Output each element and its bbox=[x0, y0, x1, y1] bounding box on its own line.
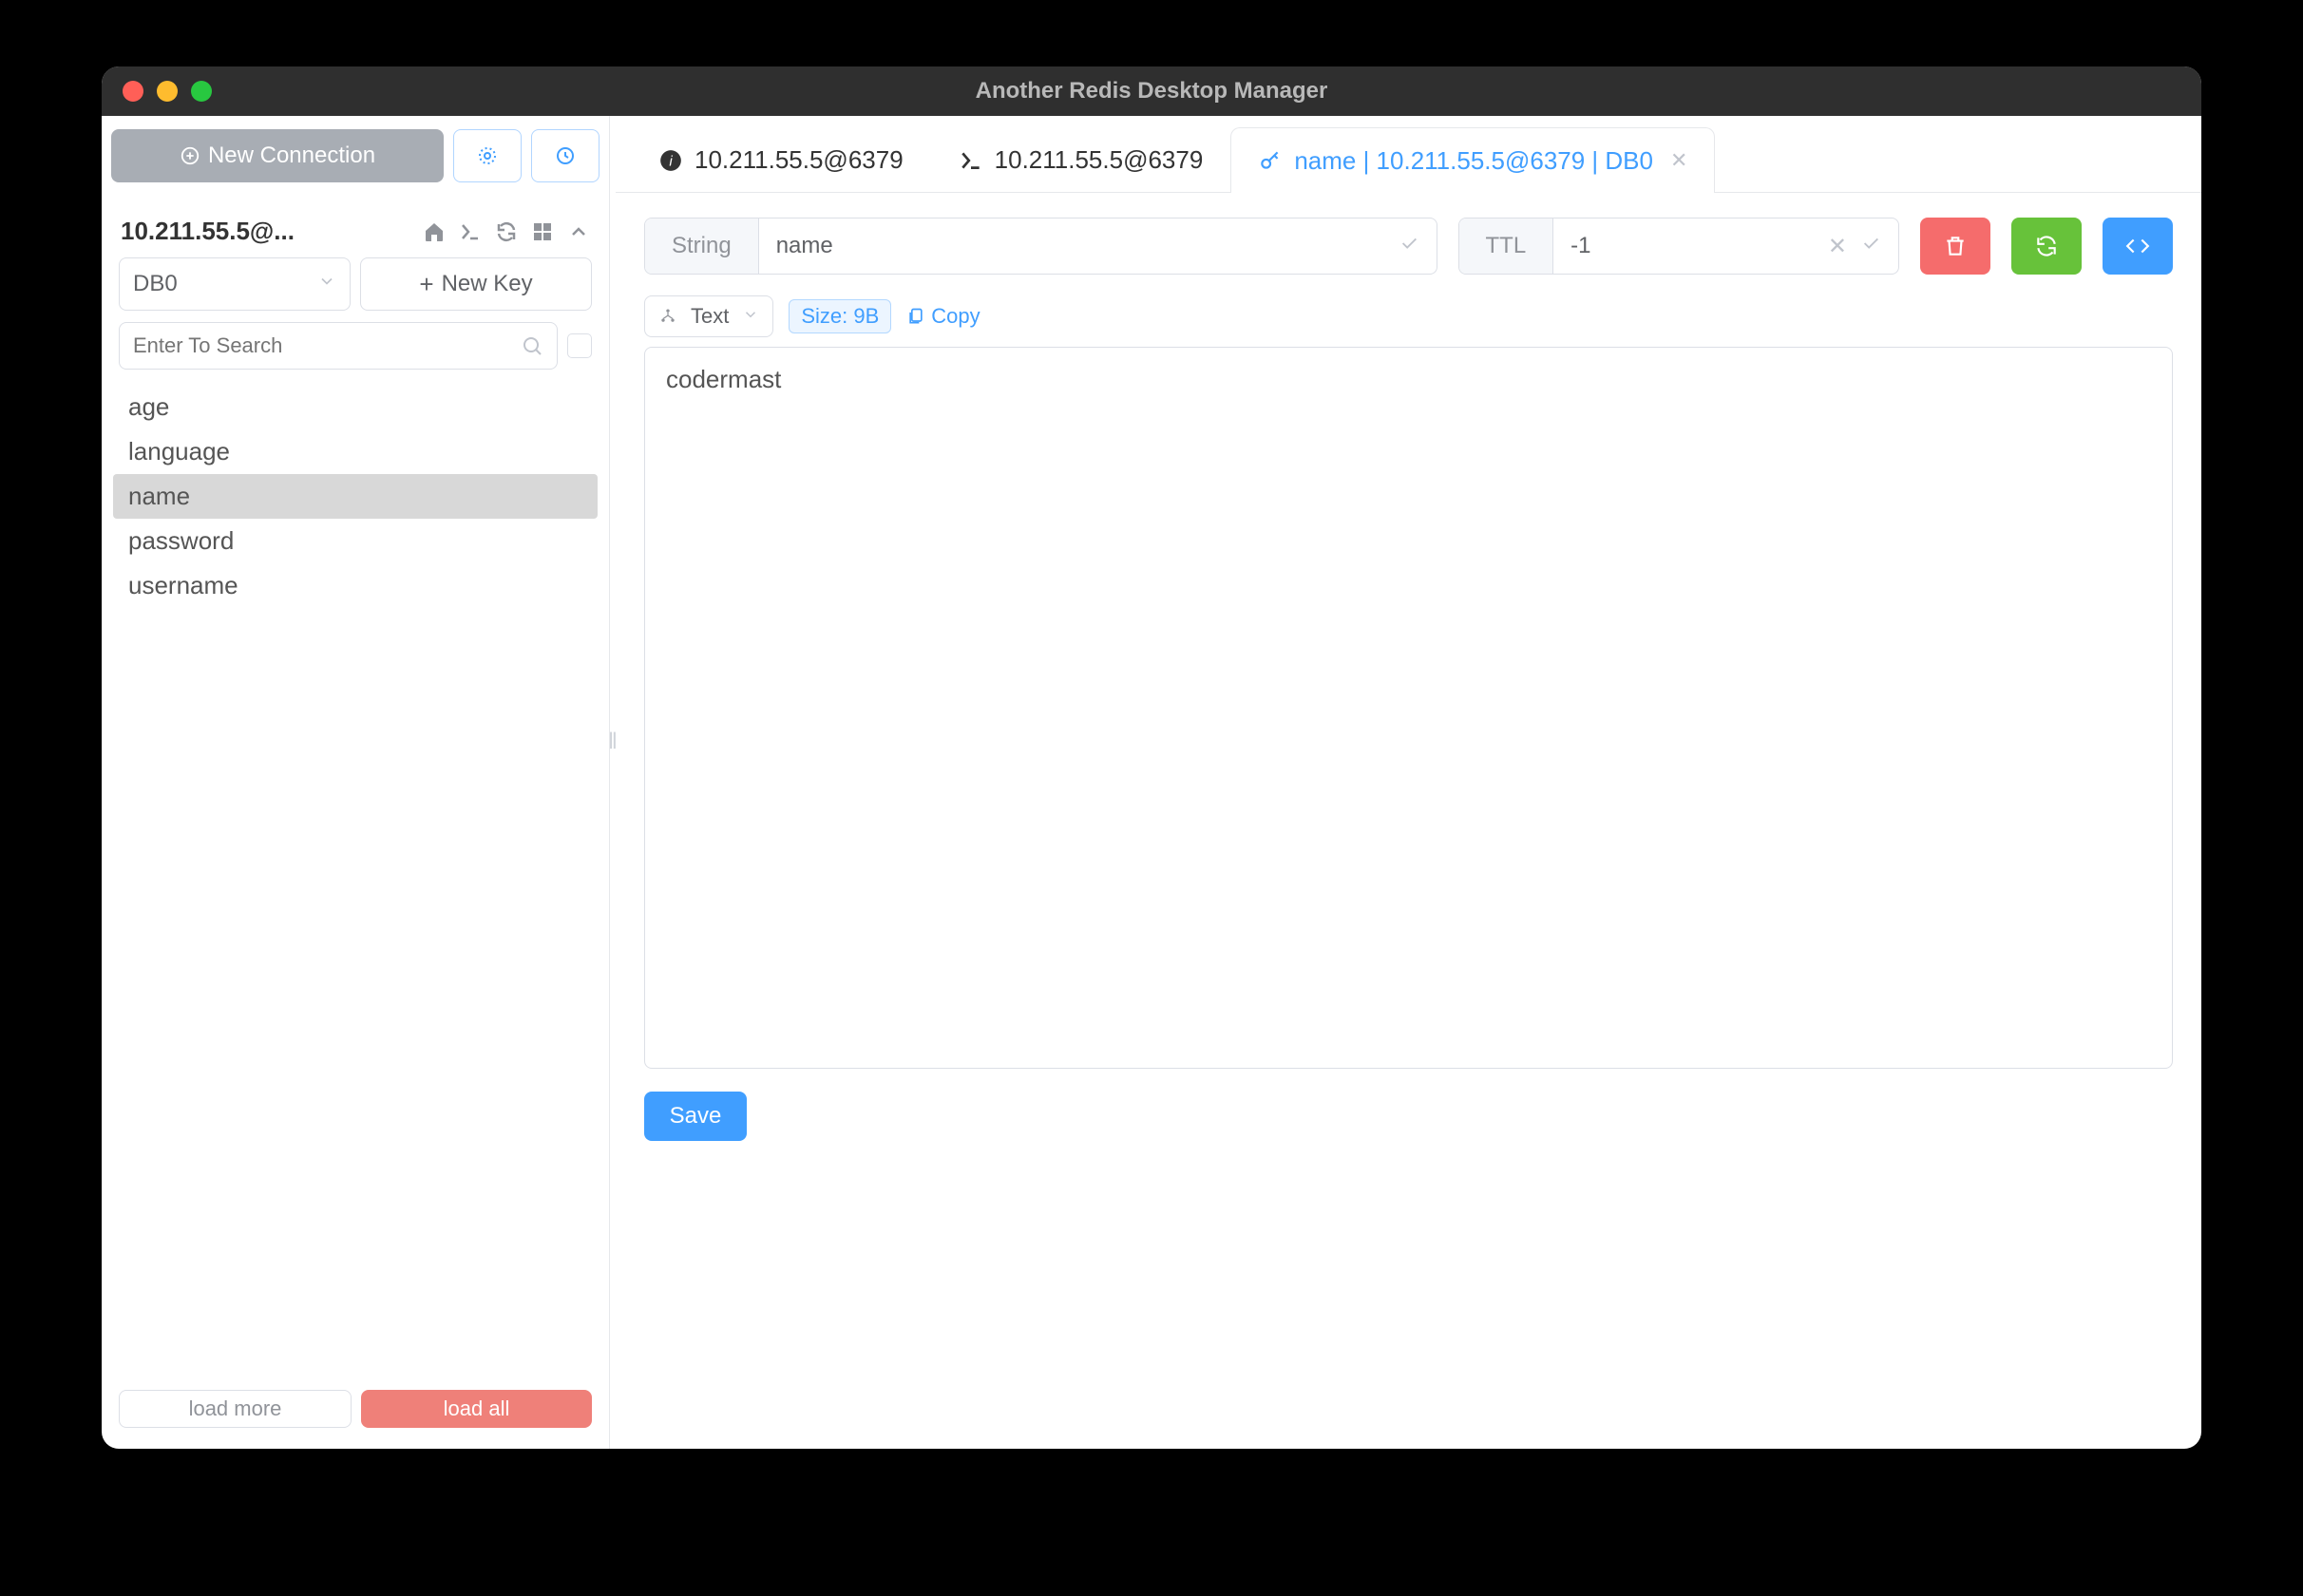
confirm-icon[interactable] bbox=[1399, 233, 1419, 260]
chevron-down-icon bbox=[742, 304, 759, 329]
ttl-field[interactable]: -1 ✕ bbox=[1553, 218, 1898, 274]
key-list: age language name password username bbox=[111, 379, 600, 1382]
ttl-label: TTL bbox=[1459, 218, 1554, 274]
new-connection-label: New Connection bbox=[208, 142, 375, 169]
terminal-icon bbox=[959, 148, 983, 173]
tab-key-detail[interactable]: name | 10.211.55.5@6379 | DB0 ✕ bbox=[1230, 127, 1715, 193]
type-label: String bbox=[645, 218, 759, 274]
refresh-icon[interactable] bbox=[495, 220, 518, 243]
titlebar: Another Redis Desktop Manager bbox=[102, 66, 2201, 116]
db-selected-label: DB0 bbox=[133, 271, 178, 297]
tab-terminal[interactable]: 10.211.55.5@6379 bbox=[931, 127, 1231, 192]
new-key-label: New Key bbox=[442, 271, 533, 297]
key-item[interactable]: language bbox=[113, 429, 598, 474]
db-select[interactable]: DB0 bbox=[119, 257, 351, 311]
format-label: Text bbox=[691, 304, 729, 329]
new-key-button[interactable]: + New Key bbox=[360, 257, 592, 311]
code-icon bbox=[2125, 234, 2150, 258]
ttl-group: TTL -1 ✕ bbox=[1458, 218, 1900, 275]
plus-icon: + bbox=[419, 270, 433, 299]
close-window-button[interactable] bbox=[123, 81, 143, 102]
plus-circle-icon bbox=[180, 145, 200, 166]
key-name-field[interactable]: name bbox=[759, 218, 1437, 274]
minimize-window-button[interactable] bbox=[157, 81, 178, 102]
confirm-icon[interactable] bbox=[1860, 233, 1881, 260]
traffic-lights bbox=[123, 81, 212, 102]
tab-close-icon[interactable]: ✕ bbox=[1670, 148, 1687, 173]
copy-icon bbox=[906, 307, 925, 326]
refresh-icon bbox=[2034, 234, 2059, 258]
info-icon: i bbox=[658, 148, 683, 173]
chevron-down-icon bbox=[317, 271, 336, 297]
search-input[interactable] bbox=[133, 333, 521, 358]
grid-icon[interactable] bbox=[531, 220, 554, 243]
sidebar: New Connection 10.211.55.5@... bbox=[102, 116, 610, 1449]
trash-icon bbox=[1943, 234, 1968, 258]
load-more-button[interactable]: load more bbox=[119, 1390, 352, 1428]
delete-button[interactable] bbox=[1920, 218, 1990, 275]
copy-button[interactable]: Copy bbox=[906, 304, 980, 329]
save-button[interactable]: Save bbox=[644, 1092, 747, 1141]
window-title: Another Redis Desktop Manager bbox=[102, 78, 2201, 104]
search-input-wrapper bbox=[119, 322, 558, 370]
exact-match-checkbox[interactable] bbox=[567, 333, 592, 358]
key-detail-content: String name TTL -1 ✕ bbox=[616, 193, 2201, 1449]
copy-label: Copy bbox=[931, 304, 980, 329]
clear-icon[interactable]: ✕ bbox=[1828, 233, 1847, 260]
tab-info[interactable]: i 10.211.55.5@6379 bbox=[631, 127, 931, 192]
size-badge: Size: 9B bbox=[789, 299, 891, 333]
history-button[interactable] bbox=[531, 129, 600, 182]
value-textarea[interactable] bbox=[644, 347, 2173, 1069]
key-item[interactable]: username bbox=[113, 563, 598, 608]
key-icon bbox=[1258, 148, 1283, 173]
app-window: Another Redis Desktop Manager New Connec… bbox=[102, 66, 2201, 1449]
terminal-icon[interactable] bbox=[459, 220, 482, 243]
key-item[interactable]: name bbox=[113, 474, 598, 519]
search-icon[interactable] bbox=[521, 334, 543, 357]
maximize-window-button[interactable] bbox=[191, 81, 212, 102]
format-select[interactable]: Text bbox=[644, 295, 773, 337]
tab-label: 10.211.55.5@6379 bbox=[995, 145, 1204, 175]
load-all-button[interactable]: load all bbox=[361, 1390, 592, 1428]
code-button[interactable] bbox=[2103, 218, 2173, 275]
key-name-group: String name bbox=[644, 218, 1437, 275]
tab-bar: i 10.211.55.5@6379 10.211.55.5@6379 name… bbox=[616, 116, 2201, 193]
tab-label: name | 10.211.55.5@6379 | DB0 bbox=[1294, 146, 1653, 176]
connection-row[interactable]: 10.211.55.5@... bbox=[111, 200, 600, 257]
key-name-value: name bbox=[776, 233, 833, 259]
new-connection-button[interactable]: New Connection bbox=[111, 129, 444, 182]
tree-icon bbox=[658, 307, 677, 326]
clock-icon bbox=[554, 144, 577, 167]
tab-label: 10.211.55.5@6379 bbox=[695, 145, 904, 175]
key-item[interactable]: password bbox=[113, 519, 598, 563]
home-icon[interactable] bbox=[423, 220, 446, 243]
app-body: New Connection 10.211.55.5@... bbox=[102, 116, 2201, 1449]
refresh-key-button[interactable] bbox=[2011, 218, 2082, 275]
settings-button[interactable] bbox=[453, 129, 522, 182]
key-item[interactable]: age bbox=[113, 385, 598, 429]
main-pane: i 10.211.55.5@6379 10.211.55.5@6379 name… bbox=[616, 116, 2201, 1449]
target-icon bbox=[476, 144, 499, 167]
connection-name: 10.211.55.5@... bbox=[121, 217, 423, 246]
pane-divider[interactable] bbox=[610, 116, 616, 1449]
chevron-up-icon[interactable] bbox=[567, 220, 590, 243]
ttl-value: -1 bbox=[1570, 233, 1590, 259]
